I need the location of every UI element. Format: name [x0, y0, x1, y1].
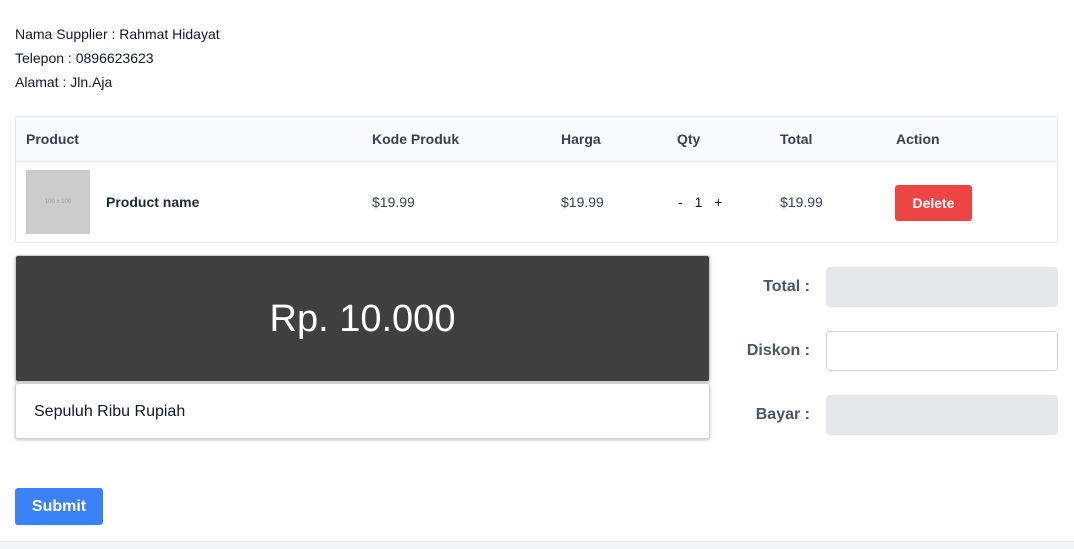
qty-increase-button[interactable]: +	[712, 162, 724, 243]
total-label: Total :	[763, 278, 810, 295]
supplier-phone: Telepon : 0896623623	[15, 50, 154, 66]
qty-decrease-button[interactable]: -	[676, 162, 685, 243]
delete-button[interactable]: Delete	[895, 185, 972, 221]
amount-in-words: Sepuluh Ribu Rupiah	[15, 383, 710, 439]
total-input[interactable]	[826, 267, 1058, 307]
header-qty: Qty	[677, 131, 701, 147]
table-header: Product Kode Produk Harga Qty Total Acti…	[16, 117, 1057, 162]
bayar-input[interactable]	[826, 395, 1058, 435]
product-name: Product name	[106, 194, 200, 210]
qty-value: 1	[694, 194, 703, 210]
qty-stepper: - 1 +	[676, 162, 724, 243]
amount-display: Rp. 10.000	[15, 255, 710, 382]
kode-produk-cell: $19.99	[372, 194, 415, 210]
harga-cell: $19.99	[561, 194, 604, 210]
header-harga: Harga	[561, 131, 601, 147]
header-total: Total	[780, 131, 813, 147]
product-table: Product Kode Produk Harga Qty Total Acti…	[15, 116, 1058, 243]
supplier-name: Nama Supplier : Rahmat Hidayat	[15, 26, 220, 42]
bottom-bar	[0, 541, 1074, 549]
diskon-label: Diskon :	[746, 342, 810, 359]
supplier-address: Alamat : Jln.Aja	[15, 74, 113, 90]
header-action: Action	[896, 131, 940, 147]
submit-button[interactable]: Submit	[15, 488, 103, 525]
header-product: Product	[26, 131, 79, 147]
diskon-input[interactable]	[826, 331, 1058, 371]
bayar-label: Bayar :	[755, 406, 810, 423]
product-thumbnail: 100 x 100	[26, 170, 90, 234]
table-row: 100 x 100 Product name $19.99 $19.99 - 1…	[16, 162, 1057, 243]
header-kode-produk: Kode Produk	[372, 131, 460, 147]
supplier-info: Nama Supplier : Rahmat Hidayat Telepon :…	[15, 22, 220, 94]
total-cell: $19.99	[780, 194, 823, 210]
